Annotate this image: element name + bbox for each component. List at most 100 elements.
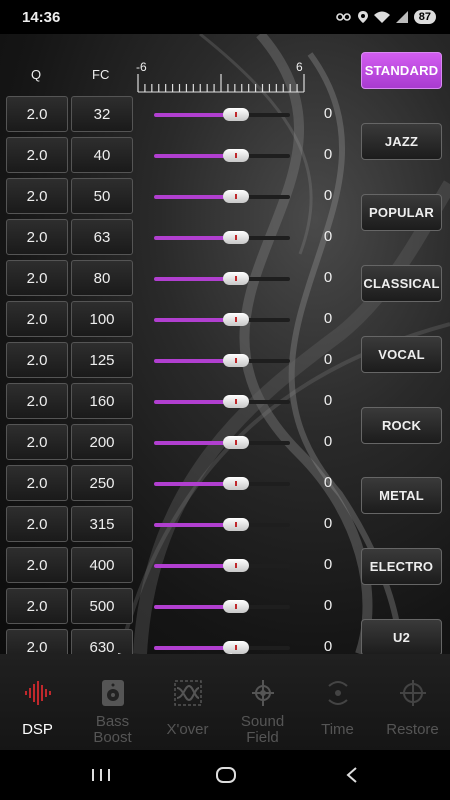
q-value-button[interactable]: 2.0 — [6, 588, 68, 624]
gain-value: 0 — [323, 269, 333, 286]
preset-button-standard[interactable]: STANDARD — [361, 52, 442, 89]
frequency-button[interactable]: 500 — [71, 588, 133, 624]
tab-sound-field[interactable]: Sound Field — [225, 654, 300, 750]
gain-slider-thumb[interactable] — [223, 108, 249, 121]
preset-button-vocal[interactable]: VOCAL — [361, 335, 442, 373]
q-value-button[interactable]: 2.0 — [6, 547, 68, 583]
battery-indicator: 87 — [413, 10, 436, 24]
gain-slider-thumb[interactable] — [223, 395, 249, 408]
preset-button-classical[interactable]: CLASSICAL — [361, 264, 442, 302]
home-icon[interactable] — [214, 763, 238, 787]
tab-x-over[interactable]: X'over — [150, 654, 225, 750]
gain-slider-thumb[interactable] — [223, 149, 249, 162]
frequency-button[interactable]: 100 — [71, 301, 133, 337]
gain-value: 0 — [323, 105, 333, 122]
gain-slider[interactable] — [154, 231, 290, 244]
preset-button-u2[interactable]: U2 — [361, 619, 442, 654]
system-nav-bar — [0, 750, 450, 800]
gain-slider[interactable] — [154, 518, 290, 531]
eq-band-row: 2.0 100 0 — [0, 301, 340, 339]
gain-slider-thumb[interactable] — [223, 436, 249, 449]
preset-button-rock[interactable]: ROCK — [361, 406, 442, 444]
eq-band-row: 2.0 40 0 — [0, 137, 340, 175]
tab-label: Bass Boost — [93, 713, 132, 746]
q-value-button[interactable]: 2.0 — [6, 301, 68, 337]
gain-slider[interactable] — [154, 272, 290, 285]
frequency-button[interactable]: 160 — [71, 383, 133, 419]
target-icon — [398, 680, 428, 706]
gain-slider-thumb[interactable] — [223, 559, 249, 572]
tab-label: DSP — [22, 721, 53, 738]
gain-slider-thumb[interactable] — [223, 231, 249, 244]
frequency-button[interactable]: 125 — [71, 342, 133, 378]
frequency-button[interactable]: 80 — [71, 260, 133, 296]
frequency-button[interactable]: 315 — [71, 506, 133, 542]
q-value-button[interactable]: 2.0 — [6, 178, 68, 214]
frequency-button[interactable]: 63 — [71, 219, 133, 255]
q-value-button[interactable]: 2.0 — [6, 506, 68, 542]
gain-slider[interactable] — [154, 149, 290, 162]
q-value-button[interactable]: 2.0 — [6, 383, 68, 419]
wifi-icon — [373, 11, 390, 23]
eq-band-row: 2.0 63 0 — [0, 219, 340, 257]
gain-slider[interactable] — [154, 108, 290, 121]
frequency-button[interactable]: 50 — [71, 178, 133, 214]
gain-value: 0 — [323, 433, 333, 450]
preset-button-popular[interactable]: POPULAR — [361, 193, 442, 231]
preset-button-electro[interactable]: ELECTRO — [361, 548, 442, 586]
equalizer-panel: Q FC -6 6 2.0 32 0 2.0 40 0 2.0 50 0 2.0 63 0 2.0 80 0… — [0, 34, 450, 654]
frequency-button[interactable]: 32 — [71, 96, 133, 132]
preset-button-jazz[interactable]: JAZZ — [361, 122, 442, 160]
crossover-icon — [173, 680, 203, 706]
back-icon[interactable] — [342, 763, 362, 787]
tab-bass-boost[interactable]: Bass Boost — [75, 654, 150, 750]
tab-restore[interactable]: Restore — [375, 654, 450, 750]
frequency-button[interactable]: 40 — [71, 137, 133, 173]
sound-field-icon — [248, 680, 278, 706]
gain-slider[interactable] — [154, 436, 290, 449]
eq-band-row: 2.0 80 0 — [0, 260, 340, 298]
gain-slider[interactable] — [154, 395, 290, 408]
gain-slider-thumb[interactable] — [223, 600, 249, 613]
preset-button-metal[interactable]: METAL — [361, 477, 442, 515]
q-value-button[interactable]: 2.0 — [6, 96, 68, 132]
gain-value: 0 — [323, 392, 333, 409]
gain-value: 0 — [323, 351, 333, 368]
gain-slider[interactable] — [154, 190, 290, 203]
gain-slider-thumb[interactable] — [223, 190, 249, 203]
gain-value: 0 — [323, 146, 333, 163]
gain-slider-thumb[interactable] — [223, 518, 249, 531]
bottom-tab-bar: DSP Bass Boost X'over Sound Field Time Restor… — [0, 654, 450, 750]
gain-value: 0 — [323, 228, 333, 245]
gain-slider[interactable] — [154, 600, 290, 613]
gain-slider[interactable] — [154, 477, 290, 490]
q-value-button[interactable]: 2.0 — [6, 342, 68, 378]
eq-band-row: 2.0 50 0 — [0, 178, 340, 216]
eq-band-row: 2.0 315 0 — [0, 506, 340, 544]
gain-slider-thumb[interactable] — [223, 354, 249, 367]
gain-value: 0 — [323, 597, 333, 614]
time-delay-icon — [323, 680, 353, 706]
q-value-button[interactable]: 2.0 — [6, 465, 68, 501]
scale-ticks — [137, 74, 305, 93]
gain-slider-thumb[interactable] — [223, 272, 249, 285]
q-value-button[interactable]: 2.0 — [6, 424, 68, 460]
recent-apps-icon[interactable] — [90, 763, 112, 787]
q-value-button[interactable]: 2.0 — [6, 260, 68, 296]
eq-band-row: 2.0 125 0 — [0, 342, 340, 380]
tab-dsp[interactable]: DSP — [0, 654, 75, 750]
gain-slider-thumb[interactable] — [223, 313, 249, 326]
frequency-button[interactable]: 400 — [71, 547, 133, 583]
gain-slider[interactable] — [154, 313, 290, 326]
gain-slider[interactable] — [154, 559, 290, 572]
frequency-button[interactable]: 250 — [71, 465, 133, 501]
tab-time[interactable]: Time — [300, 654, 375, 750]
q-value-button[interactable]: 2.0 — [6, 137, 68, 173]
gain-slider-thumb[interactable] — [223, 477, 249, 490]
gain-slider[interactable] — [154, 354, 290, 367]
gain-value: 0 — [323, 474, 333, 491]
frequency-button[interactable]: 200 — [71, 424, 133, 460]
tab-label: Sound Field — [240, 713, 285, 746]
q-value-button[interactable]: 2.0 — [6, 219, 68, 255]
tab-label: Time — [321, 721, 354, 738]
